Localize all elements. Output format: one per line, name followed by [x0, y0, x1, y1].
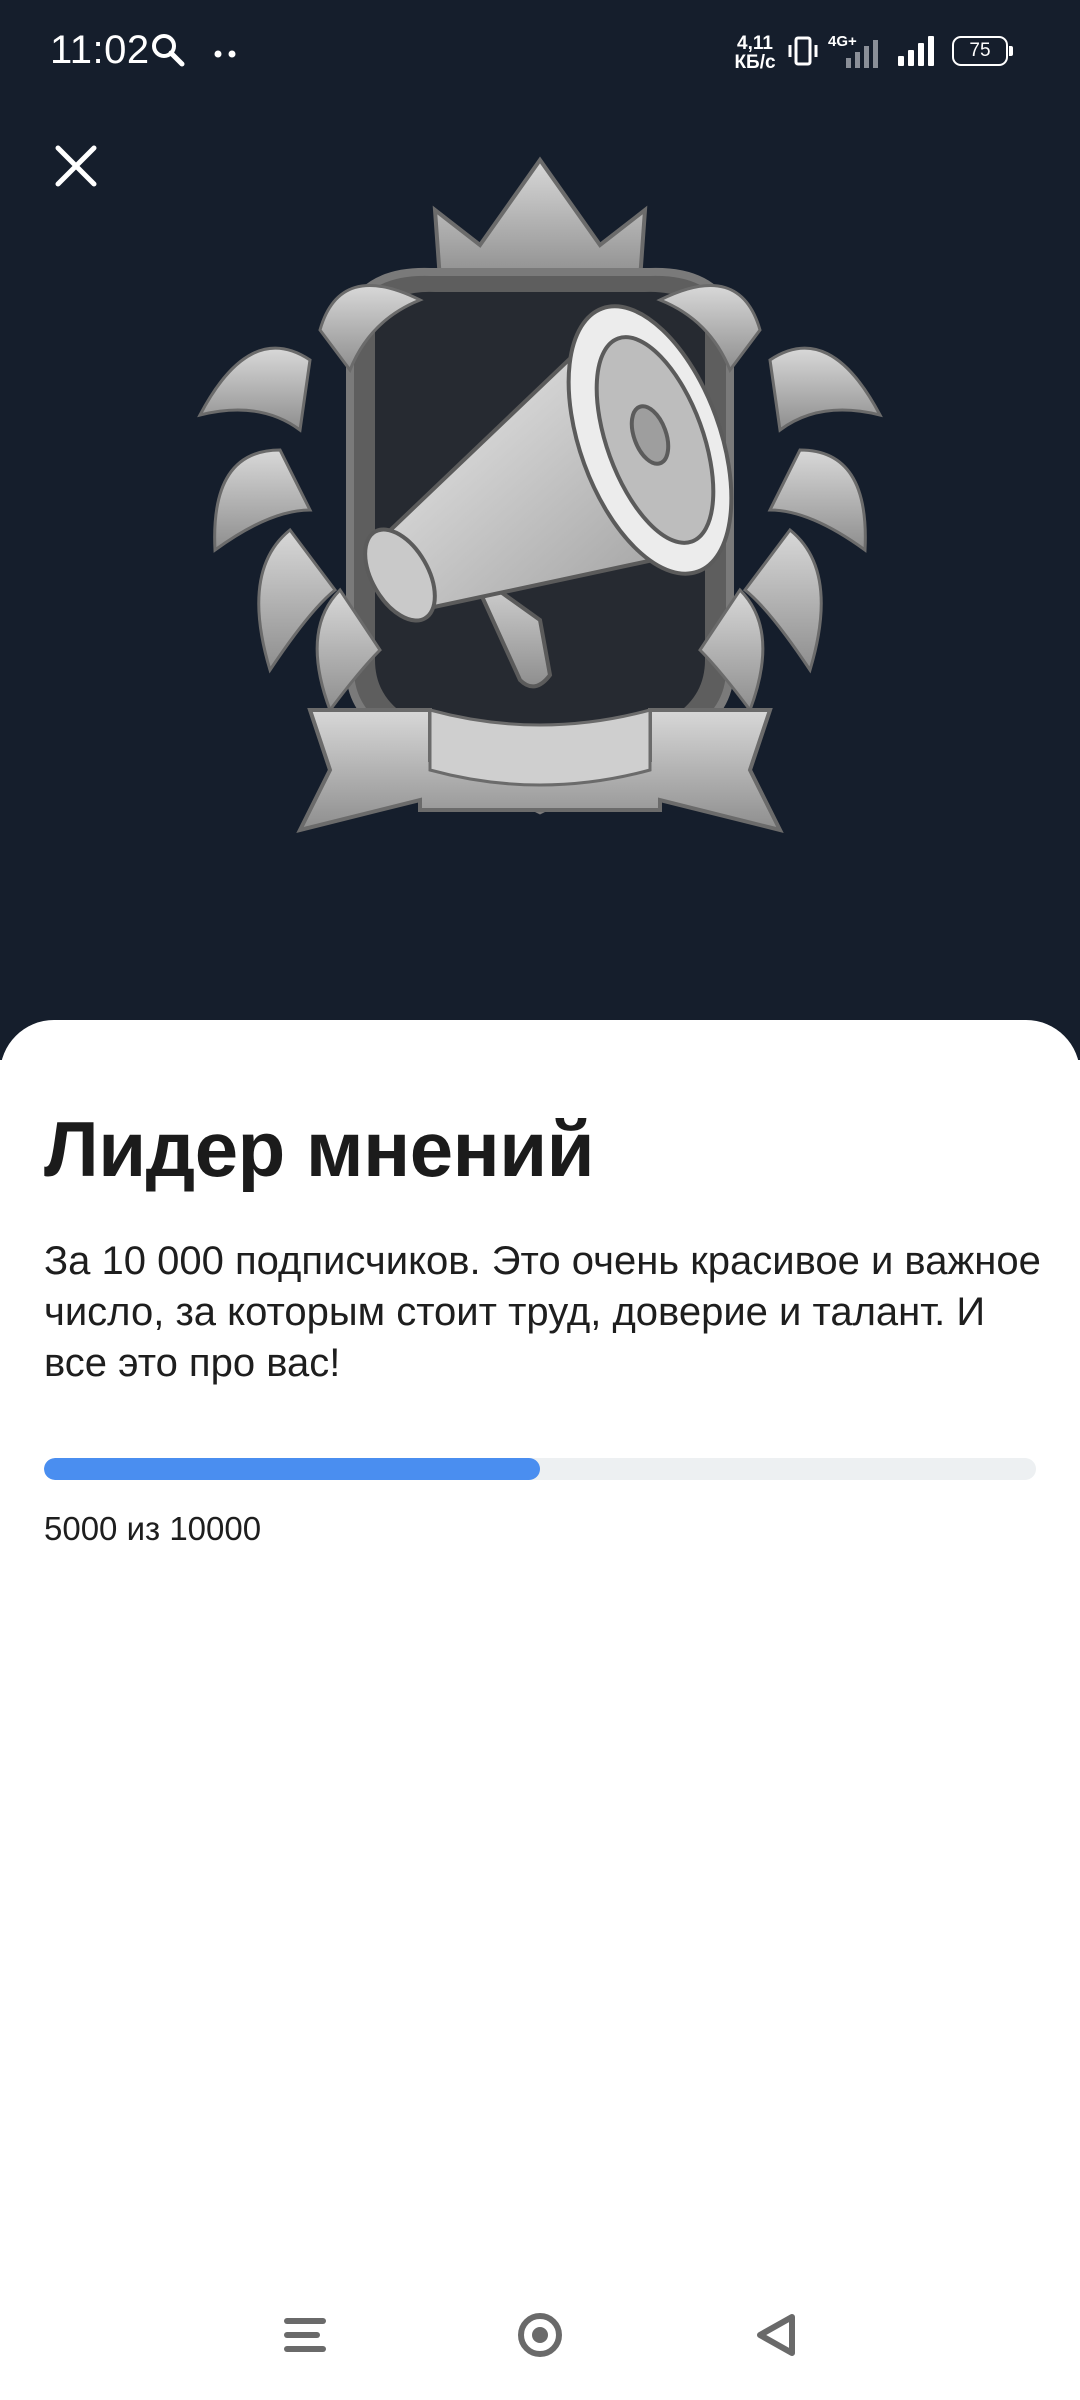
battery-level: 75 — [969, 40, 991, 61]
vibrate-icon — [786, 34, 820, 73]
megaphone-crest-icon — [190, 150, 890, 850]
nav-menu-button[interactable] — [260, 2290, 350, 2380]
progress-label: 5000 из 10000 — [44, 1510, 262, 1547]
home-icon — [518, 2313, 562, 2357]
achievement-sheet: Лидер мнений За 10 000 подписчиков. Это … — [0, 1020, 1080, 2400]
achievement-description: За 10 000 подписчиков. Это очень красиво… — [44, 1239, 1041, 1385]
progress-bar-fill — [44, 1458, 540, 1480]
mobile-data-4g-icon: 4G+ — [828, 32, 888, 75]
achievement-title: Лидер мнений — [44, 1105, 595, 1193]
back-icon — [757, 2314, 795, 2356]
close-icon — [55, 145, 97, 187]
network-type-label: 4G+ — [828, 33, 857, 50]
close-button[interactable] — [44, 134, 108, 198]
achievement-progress-bar — [44, 1458, 1036, 1480]
network-speed-value: 4,11 — [737, 33, 773, 54]
more-notifications-icon — [214, 46, 238, 64]
system-navigation-bar — [0, 2290, 1080, 2380]
search-icon — [150, 32, 186, 73]
nav-back-button[interactable] — [730, 2290, 820, 2380]
network-speed: 4,11 КБ/с — [732, 34, 778, 72]
signal-strength-icon — [896, 34, 940, 73]
battery-icon: 75 — [952, 36, 1013, 66]
nav-home-button[interactable] — [495, 2290, 585, 2380]
menu-icon — [284, 2318, 326, 2352]
status-bar: 11:02 4,11 КБ/с 4G+ 75 — [0, 0, 1080, 110]
status-time: 11:02 — [50, 28, 150, 72]
network-speed-unit: КБ/с — [734, 52, 776, 73]
